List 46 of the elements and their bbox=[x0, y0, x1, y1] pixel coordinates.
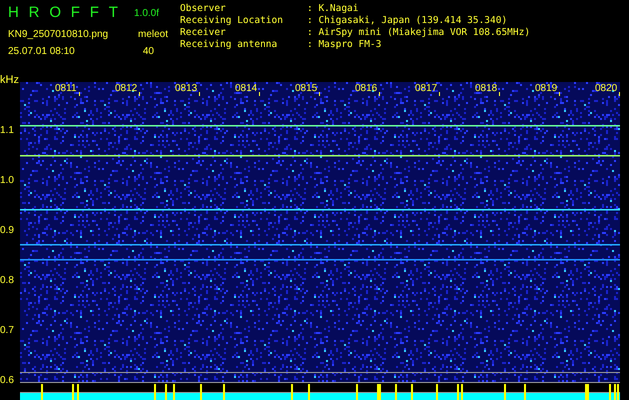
info-value: : Maspro FM-3 bbox=[307, 39, 382, 51]
info-label: Receiving antenna bbox=[180, 39, 278, 51]
title-letter: R bbox=[28, 3, 40, 23]
time-tick bbox=[259, 92, 260, 96]
time-label: 0812 bbox=[115, 82, 138, 96]
axis-tick-label: 1.1 bbox=[0, 124, 14, 138]
time-tick bbox=[139, 92, 140, 96]
time-label: 0813 bbox=[175, 82, 198, 96]
time-label: 0817 bbox=[415, 82, 438, 96]
axis-tick-label: 0.9 bbox=[0, 224, 14, 238]
time-tick bbox=[559, 92, 560, 96]
axis-tick-label: 1.0 bbox=[0, 174, 14, 188]
time-label: 0819 bbox=[535, 82, 558, 96]
time-tick bbox=[79, 92, 80, 96]
time-label: 0816 bbox=[355, 82, 378, 96]
info-value: : Chigasaki, Japan (139.414 35.340) bbox=[307, 15, 508, 27]
version-label: 1.0.0f bbox=[134, 6, 160, 21]
title-letter: F bbox=[90, 3, 99, 23]
time-tick bbox=[319, 92, 320, 96]
time-label: 0820 bbox=[595, 82, 618, 96]
time-label: 0814 bbox=[235, 82, 258, 96]
title-letter: O bbox=[49, 3, 61, 23]
level-value: 40 bbox=[142, 44, 155, 58]
title-letter: T bbox=[108, 3, 118, 23]
mode-label: meleot bbox=[138, 28, 169, 42]
axis-tick-label: 0.7 bbox=[0, 324, 14, 338]
filename-label: KN9_2507010810.png bbox=[8, 28, 108, 42]
time-label: 0811 bbox=[55, 82, 77, 96]
timestamp-label: 25.07.01 08:10 bbox=[8, 44, 75, 58]
title-letter: H bbox=[8, 3, 19, 23]
time-label: 0815 bbox=[295, 82, 318, 96]
info-label: Receiver bbox=[180, 27, 227, 39]
time-tick bbox=[199, 92, 200, 96]
info-value: : AirSpy mini (Miakejima VOR 108.65MHz) bbox=[307, 27, 530, 39]
time-tick bbox=[439, 92, 440, 96]
time-tick bbox=[499, 92, 500, 96]
info-label: Receiving Location bbox=[180, 15, 284, 27]
axis-tick-label: 0.6 bbox=[0, 374, 14, 388]
info-value: : K.Nagai bbox=[307, 3, 358, 15]
info-label: Observer bbox=[180, 3, 227, 15]
time-tick bbox=[619, 92, 620, 96]
title-letter: F bbox=[70, 3, 80, 23]
axis-tick-label: 0.8 bbox=[0, 274, 14, 288]
axis-unit-label: kHz bbox=[0, 73, 19, 88]
time-tick bbox=[379, 92, 380, 96]
time-label: 0818 bbox=[475, 82, 498, 96]
